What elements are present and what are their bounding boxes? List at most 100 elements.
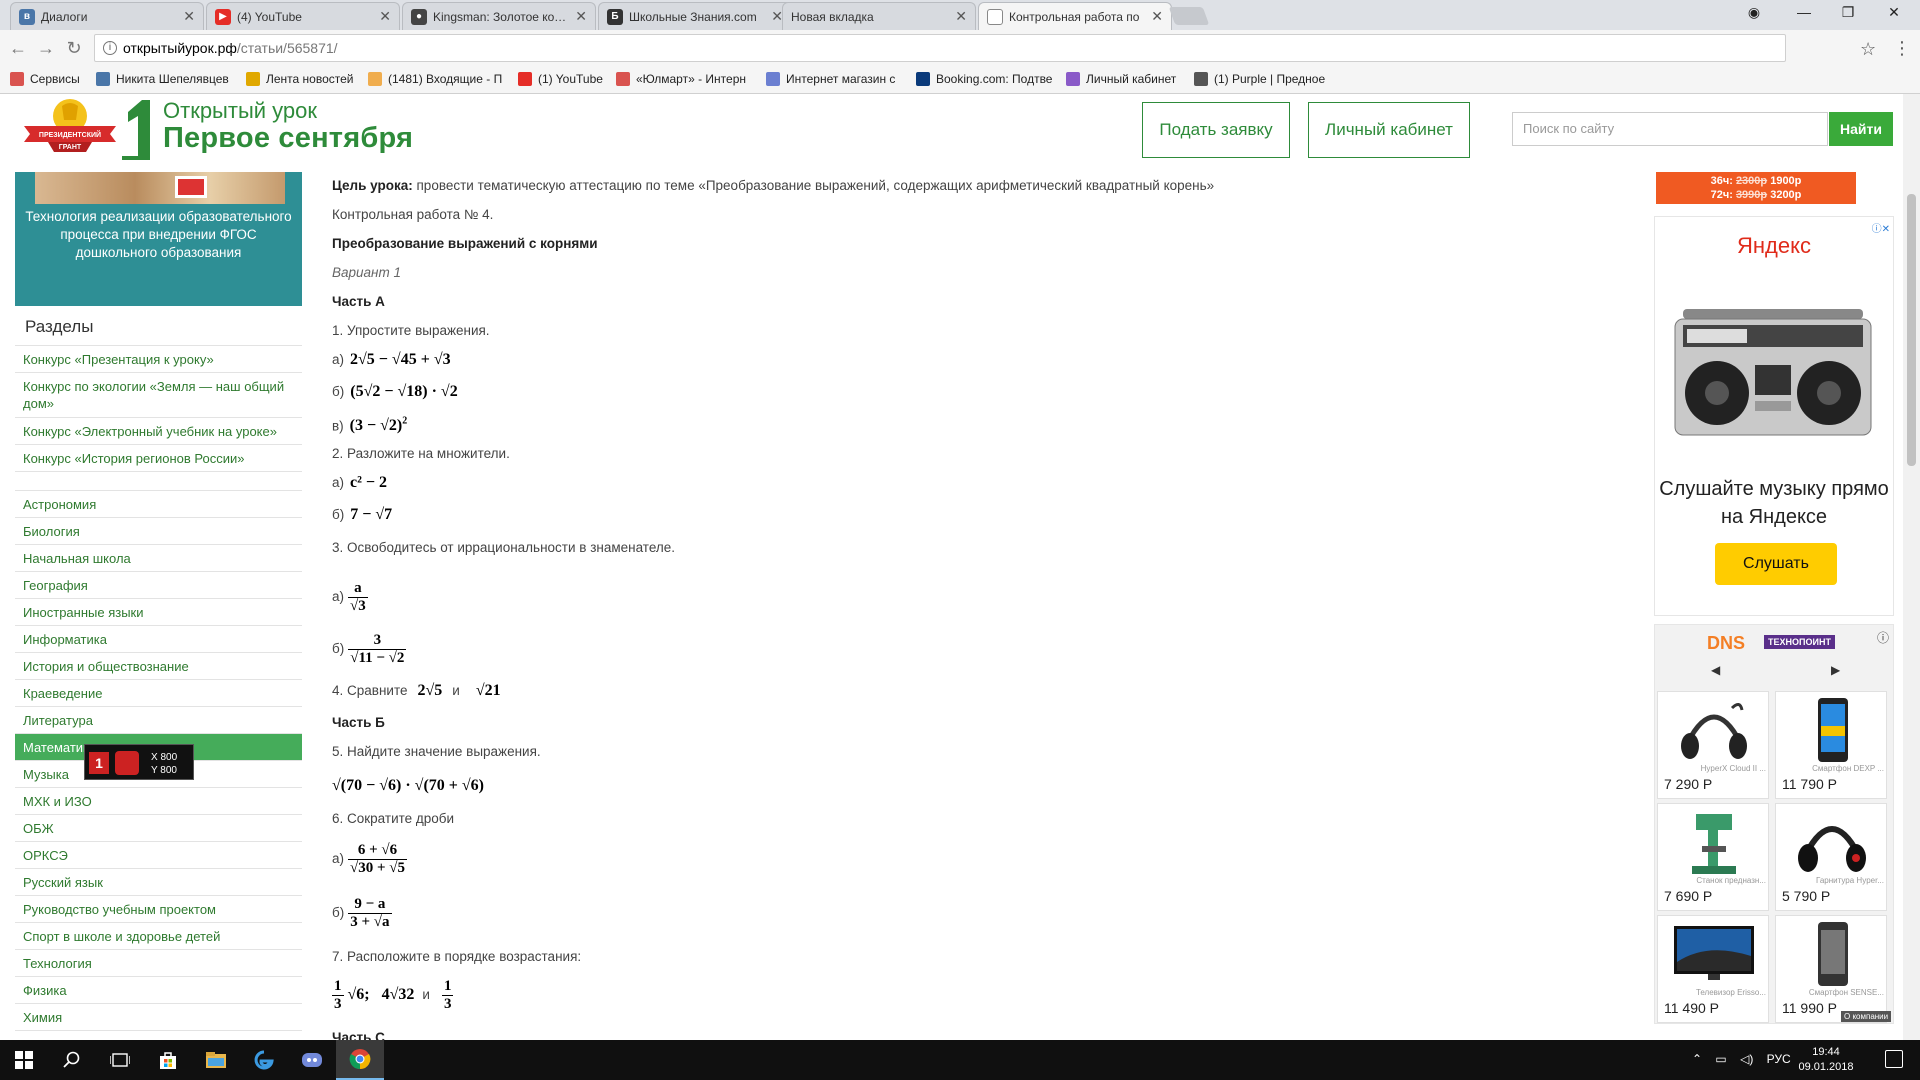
contest-link[interactable]: Конкурс «Электронный учебник на уроке»: [15, 418, 302, 445]
subject-link[interactable]: Иностранные языки: [15, 599, 302, 626]
window-close-icon[interactable]: ✕: [1882, 4, 1906, 21]
scrollbar-thumb[interactable]: [1907, 194, 1916, 466]
minimize-icon[interactable]: —: [1792, 4, 1816, 20]
subject-link[interactable]: ОРКСЭ: [15, 842, 302, 869]
listen-button[interactable]: Слушать: [1715, 543, 1837, 585]
subject-link[interactable]: Руководство учебным проектом: [15, 896, 302, 923]
subject-link[interactable]: Спорт в школе и здоровье детей: [15, 923, 302, 950]
subject-link[interactable]: МХК и ИЗО: [15, 788, 302, 815]
subject-link[interactable]: Технология: [15, 950, 302, 977]
bookmark-shop[interactable]: Интернет магазин с: [766, 72, 895, 86]
promo-banner[interactable]: Технология реализации образовательного п…: [15, 172, 302, 306]
product-card[interactable]: Телевизор Erisso... 11 490 Р: [1657, 915, 1769, 1023]
bookmark-youtube[interactable]: (1) YouTube: [518, 72, 603, 86]
product-card[interactable]: Гарнитура Hyper... 5 790 Р: [1775, 803, 1887, 911]
edge-icon[interactable]: [240, 1040, 288, 1080]
logo-title[interactable]: Открытый урок: [163, 98, 317, 124]
bookmark-label: (1) Purple | Предное: [1214, 72, 1326, 86]
menu-icon[interactable]: ⋮: [1893, 38, 1911, 59]
bookmark-label: «Юлмарт» - Интерн: [636, 72, 747, 86]
bookmark-cabinet[interactable]: Личный кабинет: [1066, 72, 1176, 86]
windows-start-icon[interactable]: [0, 1040, 48, 1080]
carousel-prev-icon[interactable]: ◀: [1711, 663, 1720, 677]
subject-link[interactable]: Русский язык: [15, 869, 302, 896]
logo-one-icon[interactable]: [120, 98, 152, 160]
subject-link[interactable]: Астрономия: [15, 491, 302, 518]
discord-icon[interactable]: [288, 1040, 336, 1080]
screen-overlay-widget: 1 X 800 Y 800: [84, 744, 194, 780]
subject-link[interactable]: Биология: [15, 518, 302, 545]
close-icon[interactable]: ✕: [1151, 8, 1163, 25]
info-icon[interactable]: i: [103, 41, 117, 55]
personal-cabinet-button[interactable]: Личный кабинет: [1308, 102, 1470, 158]
product-card[interactable]: Станок предназн... 7 690 Р: [1657, 803, 1769, 911]
subject-link[interactable]: Физика: [15, 977, 302, 1004]
tray-expand-icon[interactable]: ⌃: [1692, 1052, 1702, 1066]
store-icon[interactable]: [144, 1040, 192, 1080]
carousel-next-icon[interactable]: ▶: [1831, 663, 1840, 677]
maximize-icon[interactable]: ❐: [1836, 4, 1860, 21]
close-icon[interactable]: ✕: [575, 8, 587, 25]
subject-link[interactable]: География: [15, 572, 302, 599]
subject-link[interactable]: Литература: [15, 707, 302, 734]
reload-icon[interactable]: ↻: [64, 39, 84, 57]
bookmark-ulmart[interactable]: «Юлмарт» - Интерн: [616, 72, 746, 86]
bookmark-inbox[interactable]: (1481) Входящие - П: [368, 72, 502, 86]
page-scrollbar[interactable]: [1903, 94, 1920, 1040]
close-icon[interactable]: ✕: [379, 8, 391, 25]
subject-link[interactable]: ОБЖ: [15, 815, 302, 842]
contest-link[interactable]: Конкурс по экологии «Земля — наш общий д…: [15, 373, 302, 418]
clock[interactable]: 19:44 09.01.2018: [1786, 1045, 1866, 1075]
about-company-badge[interactable]: О компании: [1841, 1011, 1892, 1022]
bookmark-booking[interactable]: Booking.com: Подтве: [916, 72, 1052, 86]
bookmark-vk-profile[interactable]: Никита Шепелявцев: [96, 72, 229, 86]
product-card[interactable]: HyperX Cloud II ... 7 290 Р: [1657, 691, 1769, 799]
address-bar[interactable]: i открытыйурок.рф/статьи/565871/: [94, 34, 1786, 62]
tab-znaniya[interactable]: Б Школьные Знания.com ✕: [598, 2, 792, 30]
product-card[interactable]: Смартфон DEXP ... 11 790 Р: [1775, 691, 1887, 799]
bookmark-news-feed[interactable]: Лента новостей: [246, 72, 354, 86]
tab-new[interactable]: Новая вкладка ✕: [782, 2, 976, 30]
volume-icon[interactable]: ◁): [1740, 1052, 1753, 1066]
browser-tab-bar: в Диалоги ✕ ▶ (4) YouTube ✕ ● Kingsman: …: [0, 0, 1920, 30]
forward-icon[interactable]: →: [36, 39, 56, 57]
tab-dialogs[interactable]: в Диалоги ✕: [10, 2, 204, 30]
course-price-ad[interactable]: 36ч: 2300р 1900р 72ч: 3990р 3200р: [1656, 172, 1856, 204]
explorer-icon[interactable]: [192, 1040, 240, 1080]
logo-subtitle[interactable]: Первое сентября: [163, 122, 413, 155]
close-icon[interactable]: ✕: [955, 8, 967, 25]
back-icon[interactable]: ←: [8, 39, 28, 57]
subject-link[interactable]: История и обществознание: [15, 653, 302, 680]
subject-link[interactable]: Химия: [15, 1004, 302, 1031]
bookmark-services[interactable]: Сервисы: [10, 72, 80, 86]
task-view-icon[interactable]: [96, 1040, 144, 1080]
system-tray: ⌃ ▭ ◁) РУС: [1692, 1052, 1791, 1066]
profile-icon[interactable]: ◉: [1742, 4, 1766, 21]
contest-link[interactable]: Конкурс «Презентация к уроку»: [15, 346, 302, 373]
chrome-icon[interactable]: [336, 1040, 384, 1080]
subject-link[interactable]: Информатика: [15, 626, 302, 653]
tab-kingsman[interactable]: ● Kingsman: Золотое кольцо ✕: [402, 2, 596, 30]
network-icon[interactable]: ▭: [1715, 1052, 1726, 1066]
subject-link[interactable]: Краеведение: [15, 680, 302, 707]
new-tab-button[interactable]: [1168, 7, 1210, 25]
dns-products-ad[interactable]: DNS ТЕХНОПОИНТ ⓘ ◀ ▶ HyperX Cloud II ...…: [1654, 624, 1894, 1024]
bookmark-star-icon[interactable]: ☆: [1860, 39, 1876, 60]
presidential-grant-badge[interactable]: ПРЕЗИДЕНТСКИЙ ГРАНТ: [22, 96, 118, 158]
youtube-icon: [518, 72, 532, 86]
site-search-button[interactable]: Найти: [1829, 112, 1893, 146]
search-icon[interactable]: [48, 1040, 96, 1080]
apply-button[interactable]: Подать заявку: [1142, 102, 1290, 158]
site-search-input[interactable]: Поиск по сайту: [1512, 112, 1828, 146]
product-card[interactable]: Смартфон SENSE... 11 990 Р: [1775, 915, 1887, 1023]
subject-link[interactable]: Начальная школа: [15, 545, 302, 572]
close-icon[interactable]: ✕: [183, 8, 195, 25]
notifications-icon[interactable]: [1885, 1050, 1903, 1068]
tab-active-test[interactable]: Контрольная работа по ✕: [978, 2, 1172, 30]
contest-link[interactable]: Конкурс «История регионов России»: [15, 445, 302, 472]
yandex-music-ad[interactable]: ⓘ✕ Яндекс Слушайте музыку прямо на Яндек…: [1654, 216, 1894, 616]
subject-link[interactable]: Экология: [15, 1031, 302, 1040]
tab-youtube[interactable]: ▶ (4) YouTube ✕: [206, 2, 400, 30]
bookmark-purple[interactable]: (1) Purple | Предное: [1194, 72, 1325, 86]
ad-info-icon[interactable]: ⓘ: [1877, 629, 1889, 646]
